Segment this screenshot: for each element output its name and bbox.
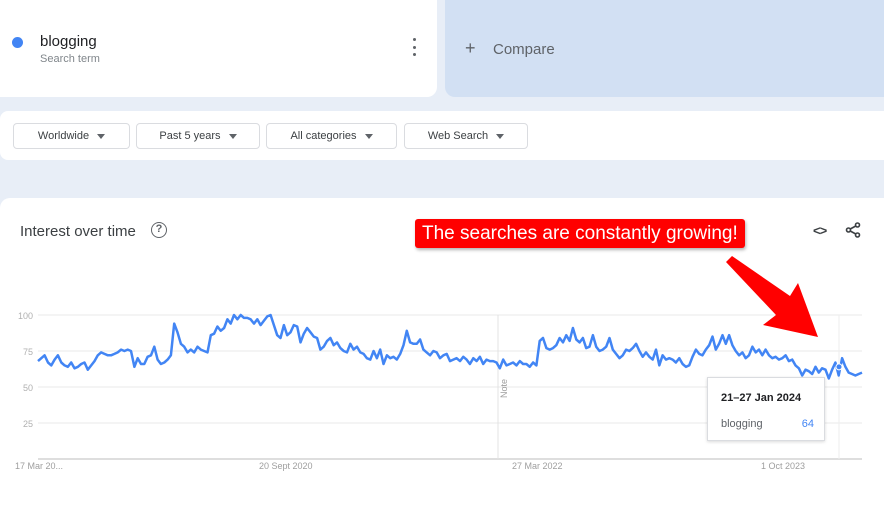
- note-label: Note: [499, 379, 509, 398]
- x-tick-label: 20 Sept 2020: [259, 461, 313, 471]
- y-tick-label: 25: [23, 419, 33, 429]
- tooltip-value: 64: [801, 418, 814, 430]
- series-line-blogging: [37, 313, 863, 380]
- annotation-arrow-icon: [726, 256, 818, 337]
- x-tick-label: 1 Oct 2023: [761, 461, 805, 471]
- hover-point: [835, 363, 843, 371]
- tooltip-date: 21–27 Jan 2024: [721, 392, 802, 404]
- hover-tooltip: 21–27 Jan 2024 blogging 64: [707, 377, 825, 441]
- x-tick-label: 27 Mar 2022: [512, 461, 563, 471]
- tooltip-term: blogging: [721, 418, 763, 430]
- y-tick-label: 75: [23, 347, 33, 357]
- line-chart: 25 50 75 100 Note 17 Mar 20... 20 Sept 2020 27 …: [15, 256, 863, 471]
- y-tick-label: 50: [23, 383, 33, 393]
- x-tick-label: 17 Mar 20...: [15, 461, 63, 471]
- y-tick-label: 100: [18, 311, 33, 321]
